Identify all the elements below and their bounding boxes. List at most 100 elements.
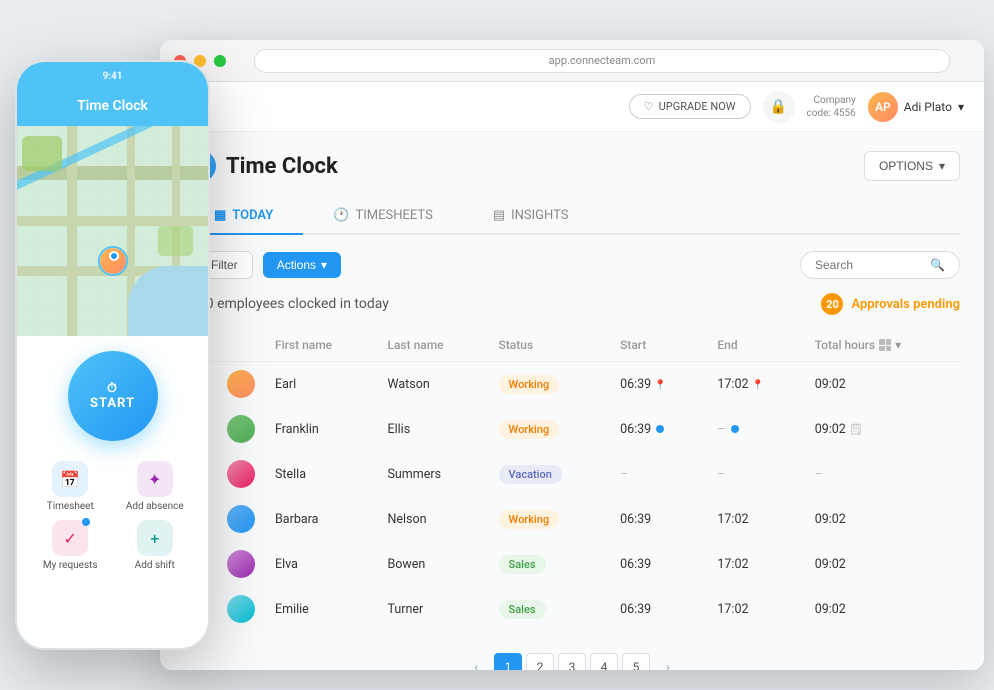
phone-action-my-requests[interactable]: ✓ My requests (32, 520, 109, 571)
timesheet-label: Timesheet (47, 501, 94, 512)
stats-row: 6/50 employees clocked in today 20 Appro… (184, 293, 960, 315)
page-btn-4[interactable]: 4 (590, 653, 618, 670)
start-button[interactable]: ⏱ START (68, 351, 158, 441)
row-last-name: Ellis (377, 407, 488, 452)
page-btn-5[interactable]: 5 (622, 653, 650, 670)
approvals-link[interactable]: Approvals pending (851, 297, 960, 312)
upgrade-label: UPGRADE NOW (659, 100, 736, 113)
row-avatar-cell (217, 587, 265, 632)
table-row: Mattie Griffin Working 06:39 17:02 09:02 (184, 632, 960, 640)
row-status: Sales (489, 542, 611, 587)
phone-action-timesheet[interactable]: 📅 Timesheet (32, 461, 109, 512)
row-avatar (227, 595, 255, 623)
phone-status-bar: 9:41 (17, 62, 208, 90)
phone-start-area: ⏱ START (17, 336, 208, 451)
row-last-name: Summers (377, 452, 488, 497)
today-tab-icon: ▦ (214, 208, 226, 223)
prev-page-btn[interactable]: ‹ (462, 653, 490, 670)
row-avatar (227, 460, 255, 488)
page-btn-1[interactable]: 1 (494, 653, 522, 670)
grid-view-icon (879, 339, 891, 351)
actions-button[interactable]: Actions ▾ (263, 252, 341, 278)
row-avatar-cell (217, 407, 265, 452)
row-start: 06:39 (610, 542, 707, 587)
th-first-name: First name (265, 329, 377, 362)
map-dot (109, 251, 119, 261)
notifications-button[interactable]: 🔒 (763, 91, 795, 123)
row-avatar (227, 505, 255, 533)
row-start: – (610, 452, 707, 497)
approvals-count: 20 (821, 293, 843, 315)
pagination: ‹ 1 2 3 4 5 › (184, 639, 960, 670)
employees-table: First name Last name Status Start End To… (184, 329, 960, 639)
row-end: 17:02 (707, 497, 804, 542)
company-info: Company code: 4556 (807, 94, 856, 120)
phone-mockup: 9:41 Time Clock (15, 60, 210, 650)
options-button[interactable]: OPTIONS ▾ (864, 151, 960, 181)
row-status: Working (489, 362, 611, 407)
browser-content: am ♡ UPGRADE NOW 🔒 Company code: 4556 AP (160, 82, 984, 670)
row-avatar-cell (217, 497, 265, 542)
app-layout: ⏱ Time Clock OPTIONS ▾ ▦ (160, 132, 984, 670)
th-end: End (707, 329, 804, 362)
options-chevron-icon: ▾ (939, 159, 945, 173)
upgrade-button[interactable]: ♡ UPGRADE NOW (629, 94, 751, 119)
maximize-window-btn[interactable] (214, 55, 226, 67)
row-last-name: Turner (377, 587, 488, 632)
row-first-name: Earl (265, 362, 377, 407)
table-body: Earl Watson Working 06:39 📍 17:02 📍 09:0… (184, 362, 960, 640)
page-title-text: Time Clock (226, 154, 338, 179)
timesheets-tab-label: TIMESHEETS (355, 208, 432, 223)
clock-icon: ⏱ (107, 381, 118, 396)
th-status: Status (489, 329, 611, 362)
page-btn-3[interactable]: 3 (558, 653, 586, 670)
tab-insights[interactable]: ▤ INSIGHTS (463, 198, 599, 235)
th-last-name: Last name (377, 329, 488, 362)
row-first-name: Stella (265, 452, 377, 497)
company-label: Company (807, 94, 856, 107)
address-text: app.connecteam.com (549, 54, 656, 67)
map-park (158, 226, 193, 256)
map-park (22, 136, 62, 171)
actions-chevron-icon: ▾ (321, 258, 327, 272)
scene: 9:41 Time Clock (0, 0, 994, 690)
search-input[interactable] (815, 258, 924, 272)
phone-app-title: Time Clock (17, 90, 208, 126)
add-shift-label: Add shift (135, 560, 175, 571)
user-dropdown-icon[interactable]: ▾ (958, 100, 964, 114)
row-end: 17:02 📍 (707, 362, 804, 407)
row-first-name: Franklin (265, 407, 377, 452)
row-end: 17:02 (707, 587, 804, 632)
actions-label: Actions (277, 258, 316, 272)
search-box[interactable]: 🔍 (800, 251, 960, 279)
timesheets-tab-icon: 🕐 (333, 208, 349, 223)
table-row: Emilie Turner Sales 06:39 17:02 09:02 (184, 587, 960, 632)
address-bar[interactable]: app.connecteam.com (254, 49, 950, 73)
th-avatar (217, 329, 265, 362)
phone-action-add-shift[interactable]: + Add shift (117, 520, 194, 571)
row-total: 09:02 (805, 362, 960, 407)
main-content: ⏱ Time Clock OPTIONS ▾ ▦ (160, 132, 984, 670)
page-title-row: ⏱ Time Clock OPTIONS ▾ (184, 150, 960, 182)
row-status: Sales (489, 587, 611, 632)
page-btn-2[interactable]: 2 (526, 653, 554, 670)
insights-tab-label: INSIGHTS (511, 208, 568, 223)
row-end: – (707, 407, 804, 452)
notification-dot (82, 518, 90, 526)
status-badge: Working (499, 510, 560, 529)
table-header-row: First name Last name Status Start End To… (184, 329, 960, 362)
row-avatar-cell (217, 362, 265, 407)
next-page-btn[interactable]: › (654, 653, 682, 670)
status-badge: Sales (499, 555, 546, 574)
insights-tab-icon: ▤ (493, 208, 505, 223)
row-end: 17:02 (707, 632, 804, 640)
row-start: 06:39 (610, 632, 707, 640)
row-first-name: Barbara (265, 497, 377, 542)
row-total: 09:02 (805, 542, 960, 587)
options-label: OPTIONS (879, 159, 933, 173)
row-status: Working (489, 407, 611, 452)
row-status: Vacation (489, 452, 611, 497)
phone-action-add-absence[interactable]: ✦ Add absence (117, 461, 194, 512)
tab-timesheets[interactable]: 🕐 TIMESHEETS (303, 198, 463, 235)
browser-chrome: app.connecteam.com (160, 40, 984, 82)
